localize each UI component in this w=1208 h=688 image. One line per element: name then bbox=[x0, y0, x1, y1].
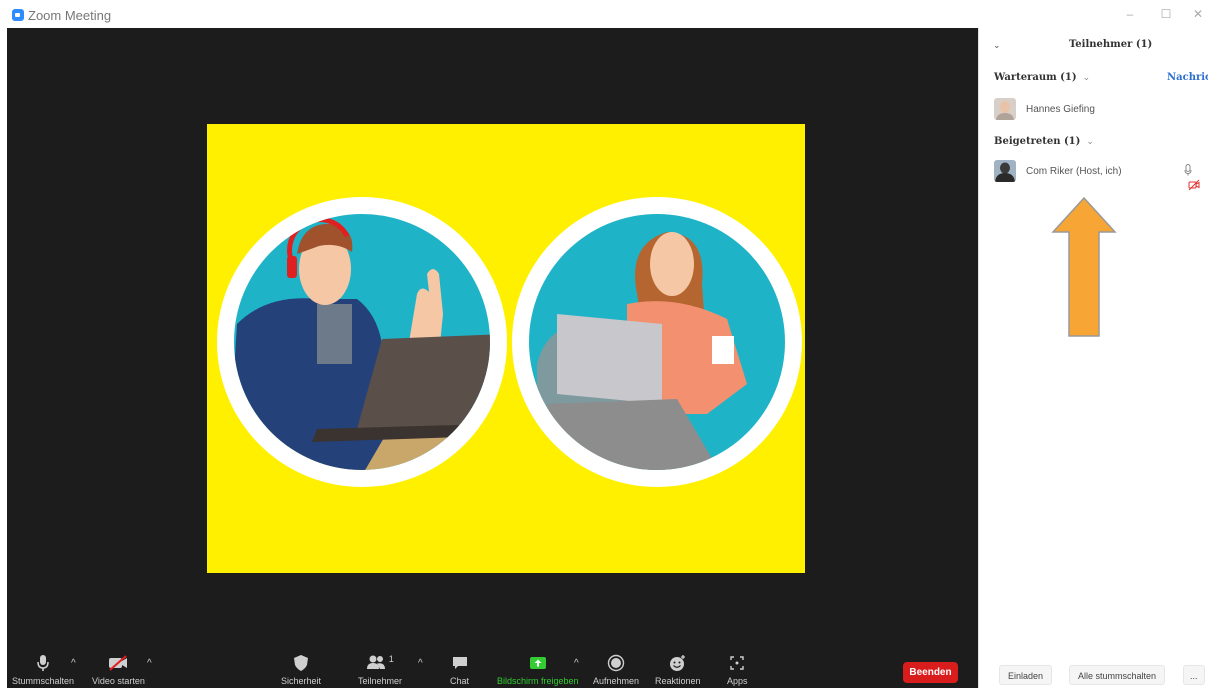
participants-label: Teilnehmer bbox=[358, 676, 403, 686]
meeting-stage: Stummschalten ^ Video starten ^ Sicherhe… bbox=[7, 28, 978, 688]
mute-all-button[interactable]: Alle stummschalten bbox=[1069, 665, 1166, 685]
invite-button[interactable]: Einladen bbox=[999, 665, 1053, 685]
share-screen-icon bbox=[529, 657, 546, 669]
zoom-logo-icon bbox=[12, 9, 24, 21]
participant-row[interactable]: Com Riker (Host, ich) bbox=[994, 160, 1208, 191]
audio-options-caret[interactable]: ^ bbox=[71, 658, 76, 669]
mute-button[interactable]: Stummschalten bbox=[12, 654, 74, 686]
annotation-arrow bbox=[1051, 196, 1117, 343]
apps-label: Apps bbox=[727, 676, 748, 686]
avatar bbox=[994, 160, 1016, 182]
meeting-toolbar: Stummschalten ^ Video starten ^ Sicherhe… bbox=[7, 648, 978, 688]
waiting-room-section-toggle[interactable]: Warteraum (1) ⌄ bbox=[994, 72, 1090, 83]
more-options-button[interactable]: ... bbox=[1183, 665, 1205, 685]
shield-icon bbox=[294, 655, 309, 671]
participants-options-caret[interactable]: ^ bbox=[418, 658, 423, 669]
security-label: Sicherheit bbox=[281, 676, 322, 686]
emoji-icon bbox=[669, 655, 685, 671]
video-options-caret[interactable]: ^ bbox=[147, 658, 152, 669]
share-options-caret[interactable]: ^ bbox=[574, 658, 579, 669]
chat-button[interactable]: Chat bbox=[450, 654, 469, 686]
microphone-icon bbox=[37, 655, 49, 671]
zoom-window: Zoom Meeting – ☐ ✕ Stummschalten ^ Video… bbox=[0, 0, 1208, 688]
maximize-button[interactable]: ☐ bbox=[1158, 6, 1174, 22]
joined-heading: Beigetreten (1) bbox=[994, 136, 1081, 147]
panel-footer: Einladen Alle stummschalten ... bbox=[979, 663, 1208, 688]
panel-title: Teilnehmer (1) bbox=[1069, 39, 1153, 50]
video-label: Video starten bbox=[92, 676, 145, 686]
chat-label: Chat bbox=[450, 676, 470, 686]
record-label: Aufnehmen bbox=[593, 676, 640, 686]
video-off-icon bbox=[109, 655, 128, 671]
video-off-icon[interactable] bbox=[1188, 179, 1200, 191]
participant-name: Com Riker (Host, ich) bbox=[1026, 166, 1122, 177]
people-icon bbox=[367, 655, 386, 669]
mute-label: Stummschalten bbox=[12, 676, 75, 686]
close-button[interactable]: ✕ bbox=[1190, 6, 1206, 22]
participant-row[interactable]: Hannes Giefing bbox=[994, 98, 1208, 122]
reactions-label: Reaktionen bbox=[655, 676, 701, 686]
arrow-up-icon bbox=[1051, 196, 1117, 337]
participant-name: Hannes Giefing bbox=[1026, 104, 1095, 115]
apps-icon bbox=[730, 656, 744, 670]
chevron-down-icon: ⌄ bbox=[1082, 73, 1091, 83]
record-button[interactable]: Aufnehmen bbox=[593, 654, 639, 686]
participants-button[interactable]: 1 Teilnehmer bbox=[358, 654, 402, 686]
joined-section-toggle[interactable]: Beigetreten (1) ⌄ bbox=[994, 136, 1094, 147]
waiting-room-heading: Warteraum (1) bbox=[994, 72, 1077, 83]
start-video-button[interactable]: Video starten bbox=[92, 654, 145, 686]
participants-count: 1 bbox=[388, 654, 394, 664]
shared-video-tile bbox=[207, 124, 805, 573]
participants-panel: ⌄ Teilnehmer (1) Warteraum (1) ⌄ Nachrich… bbox=[978, 28, 1208, 688]
share-label: Bildschirm freigeben bbox=[497, 676, 579, 686]
minimize-button[interactable]: – bbox=[1122, 6, 1138, 22]
avatar-photo-icon bbox=[994, 160, 1016, 182]
title-bar: Zoom Meeting – ☐ ✕ bbox=[0, 0, 1208, 28]
participant-status-icons bbox=[1184, 164, 1208, 194]
reactions-button[interactable]: Reaktionen bbox=[655, 654, 701, 686]
waiting-room-message-link[interactable]: Nachricht bbox=[1167, 72, 1208, 83]
chat-bubble-icon bbox=[452, 657, 467, 669]
chevron-down-icon: ⌄ bbox=[1086, 137, 1094, 147]
avatar-photo-icon bbox=[994, 98, 1016, 120]
window-title: Zoom Meeting bbox=[28, 8, 112, 23]
record-icon bbox=[607, 654, 625, 672]
microphone-icon[interactable] bbox=[1184, 164, 1192, 176]
security-button[interactable]: Sicherheit bbox=[281, 654, 321, 686]
collapse-panel-chevron-icon[interactable]: ⌄ bbox=[993, 40, 1001, 51]
meeting-illustration bbox=[217, 197, 802, 487]
apps-button[interactable]: Apps bbox=[727, 654, 748, 686]
avatar bbox=[994, 98, 1016, 120]
end-meeting-button[interactable]: Beenden bbox=[903, 662, 958, 683]
share-screen-button[interactable]: Bildschirm freigeben bbox=[497, 654, 579, 686]
